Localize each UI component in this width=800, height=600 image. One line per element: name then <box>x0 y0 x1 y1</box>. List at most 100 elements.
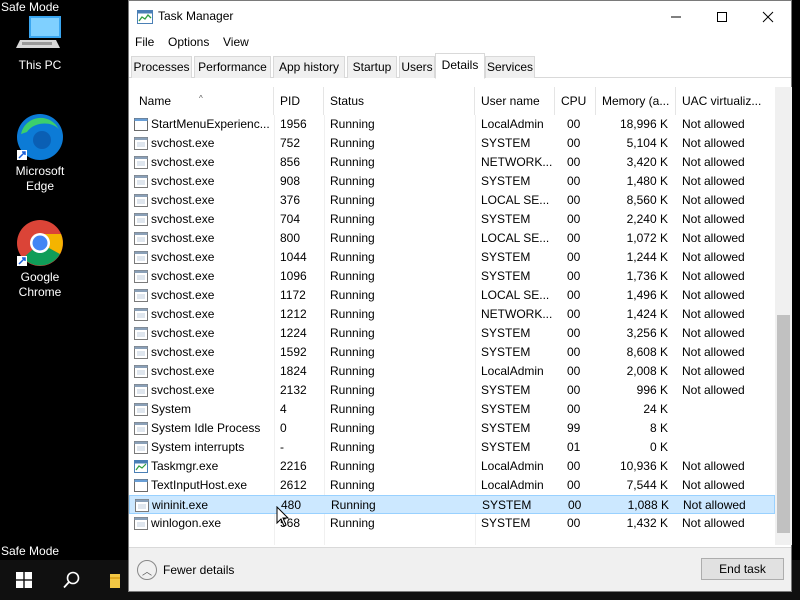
table-row[interactable]: svchost.exe 1172 Running LOCAL SE... 00 1,496… <box>129 286 775 305</box>
tab-details[interactable]: Details <box>435 53 485 79</box>
process-icon <box>134 308 148 321</box>
table-row[interactable]: svchost.exe 1824 Running LocalAdmin 00 2,008 … <box>129 362 775 381</box>
menu-file[interactable]: File <box>135 35 154 49</box>
table-row[interactable]: StartMenuExperienc... 1956 Running LocalAdm… <box>129 115 775 134</box>
cell-status: Running <box>330 402 375 416</box>
table-row[interactable]: wininit.exe 480 Running SYSTEM 00 1,088 K Not … <box>129 495 775 514</box>
title-bar[interactable]: Task Manager <box>129 1 791 32</box>
table-row[interactable]: svchost.exe 704 Running SYSTEM 00 2,240 K Not … <box>129 210 775 229</box>
cell-user: SYSTEM <box>481 345 531 359</box>
cell-name: svchost.exe <box>151 307 215 321</box>
process-icon <box>134 479 148 492</box>
desktop-icon-edge[interactable]: Microsoft Edge <box>2 112 78 194</box>
cell-uac: Not allowed <box>682 307 745 321</box>
table-row[interactable]: System 4 Running SYSTEM 00 24 K <box>129 400 775 419</box>
process-icon <box>135 499 149 512</box>
cell-uac <box>682 400 774 419</box>
table-row[interactable]: svchost.exe 856 Running NETWORK... 00 3,420 K… <box>129 153 775 172</box>
cell-status: Running <box>330 383 375 397</box>
cell-cpu: 00 <box>567 364 581 378</box>
column-header-memory[interactable]: Memory (a... <box>596 87 676 115</box>
cell-user: SYSTEM <box>481 136 531 150</box>
table-row[interactable]: svchost.exe 1212 Running NETWORK... 00 1,424 … <box>129 305 775 324</box>
cell-uac: Not allowed <box>682 288 745 302</box>
column-header-cpu[interactable]: CPU <box>555 87 596 115</box>
tab-app-history[interactable]: App history <box>273 56 345 78</box>
table-row[interactable]: svchost.exe 908 Running SYSTEM 00 1,480 K Not … <box>129 172 775 191</box>
scrollbar-thumb[interactable] <box>777 315 790 533</box>
table-row[interactable]: svchost.exe 2132 Running SYSTEM 00 996 K Not a… <box>129 381 775 400</box>
cell-mem: 24 K <box>643 402 668 416</box>
search-button[interactable] <box>48 560 96 600</box>
cell-user: SYSTEM <box>481 250 531 264</box>
column-header-name[interactable]: Name ^ <box>133 87 274 115</box>
process-icon <box>134 346 148 359</box>
cell-uac: Not allowed <box>682 459 745 473</box>
vertical-scrollbar[interactable] <box>775 87 792 545</box>
minimize-button[interactable] <box>653 1 699 32</box>
fewer-details-button[interactable]: ︿ Fewer details <box>137 560 234 580</box>
desktop-icon-this-pc[interactable]: This PC <box>2 14 78 73</box>
start-button[interactable] <box>0 560 48 600</box>
process-icon <box>134 251 148 264</box>
cell-pid: 908 <box>280 174 301 188</box>
cell-uac: Not allowed <box>682 117 745 131</box>
tab-performance[interactable]: Performance <box>194 56 271 78</box>
cell-status: Running <box>330 231 375 245</box>
cell-uac: Not allowed <box>682 155 745 169</box>
close-icon <box>762 11 774 22</box>
menu-view[interactable]: View <box>223 35 249 49</box>
cell-user: SYSTEM <box>481 421 531 435</box>
cell-mem: 8 K <box>649 421 668 435</box>
cell-mem: 1,432 K <box>626 516 668 530</box>
cell-uac <box>682 419 774 438</box>
cell-cpu: 00 <box>567 478 581 492</box>
table-row[interactable]: svchost.exe 752 Running SYSTEM 00 5,104 K Not … <box>129 134 775 153</box>
cell-pid: 1172 <box>280 288 306 302</box>
cell-status: Running <box>330 516 375 530</box>
window-title: Task Manager <box>158 9 234 23</box>
table-row[interactable]: svchost.exe 800 Running LOCAL SE... 00 1,072 … <box>129 229 775 248</box>
edge-icon <box>17 114 63 160</box>
cell-user: LocalAdmin <box>481 117 544 131</box>
cell-uac: Not allowed <box>682 136 745 150</box>
menu-options[interactable]: Options <box>168 35 209 49</box>
cell-mem: 8,560 K <box>626 193 668 207</box>
table-row[interactable]: svchost.exe 1096 Running SYSTEM 00 1,736 K Not… <box>129 267 775 286</box>
cell-cpu: 00 <box>567 307 581 321</box>
table-row[interactable]: TextInputHost.exe 2612 Running LocalAdmin 00… <box>129 476 775 495</box>
close-button[interactable] <box>745 1 791 32</box>
tab-startup[interactable]: Startup <box>347 56 397 78</box>
taskbar-file-explorer[interactable] <box>100 560 128 600</box>
table-row[interactable]: System Idle Process 0 Running SYSTEM 99 8 K <box>129 419 775 438</box>
cell-pid: 800 <box>280 231 301 245</box>
column-header-uac[interactable]: UAC virtualiz... <box>676 87 775 115</box>
desktop-icon-chrome[interactable]: Google Chrome <box>2 218 78 300</box>
tab-users[interactable]: Users <box>399 56 435 78</box>
table-row[interactable]: svchost.exe 376 Running LOCAL SE... 00 8,560 … <box>129 191 775 210</box>
cell-user: LocalAdmin <box>481 478 544 492</box>
table-row[interactable]: Taskmgr.exe 2216 Running LocalAdmin 00 10,936… <box>129 457 775 476</box>
table-row[interactable]: svchost.exe 1224 Running SYSTEM 00 3,256 K Not… <box>129 324 775 343</box>
table-header: Name ^ PID Status User name CPU Memory (a… <box>129 87 775 115</box>
cell-pid: 1212 <box>280 307 307 321</box>
table-row[interactable]: svchost.exe 1044 Running SYSTEM 00 1,244 K Not… <box>129 248 775 267</box>
cell-user: NETWORK... <box>481 155 553 169</box>
column-header-pid[interactable]: PID <box>274 87 324 115</box>
table-row[interactable]: winlogon.exe 568 Running SYSTEM 00 1,432 K Not… <box>129 514 775 533</box>
table-row[interactable]: System interrupts - Running SYSTEM 01 0 K <box>129 438 775 457</box>
end-task-button[interactable]: End task <box>701 558 784 580</box>
process-icon <box>134 403 148 416</box>
column-header-user-name[interactable]: User name <box>475 87 555 115</box>
cell-cpu: 00 <box>567 136 581 150</box>
cell-mem: 8,608 K <box>626 345 668 359</box>
tab-processes[interactable]: Processes <box>131 56 192 78</box>
column-header-status[interactable]: Status <box>324 87 475 115</box>
cell-user: SYSTEM <box>481 402 531 416</box>
cell-name: Taskmgr.exe <box>151 459 219 473</box>
tab-services[interactable]: Services <box>485 56 535 78</box>
maximize-button[interactable] <box>699 1 745 32</box>
table-row[interactable]: svchost.exe 1592 Running SYSTEM 00 8,608 K Not… <box>129 343 775 362</box>
process-icon <box>134 175 148 188</box>
cell-user: LOCAL SE... <box>481 288 550 302</box>
